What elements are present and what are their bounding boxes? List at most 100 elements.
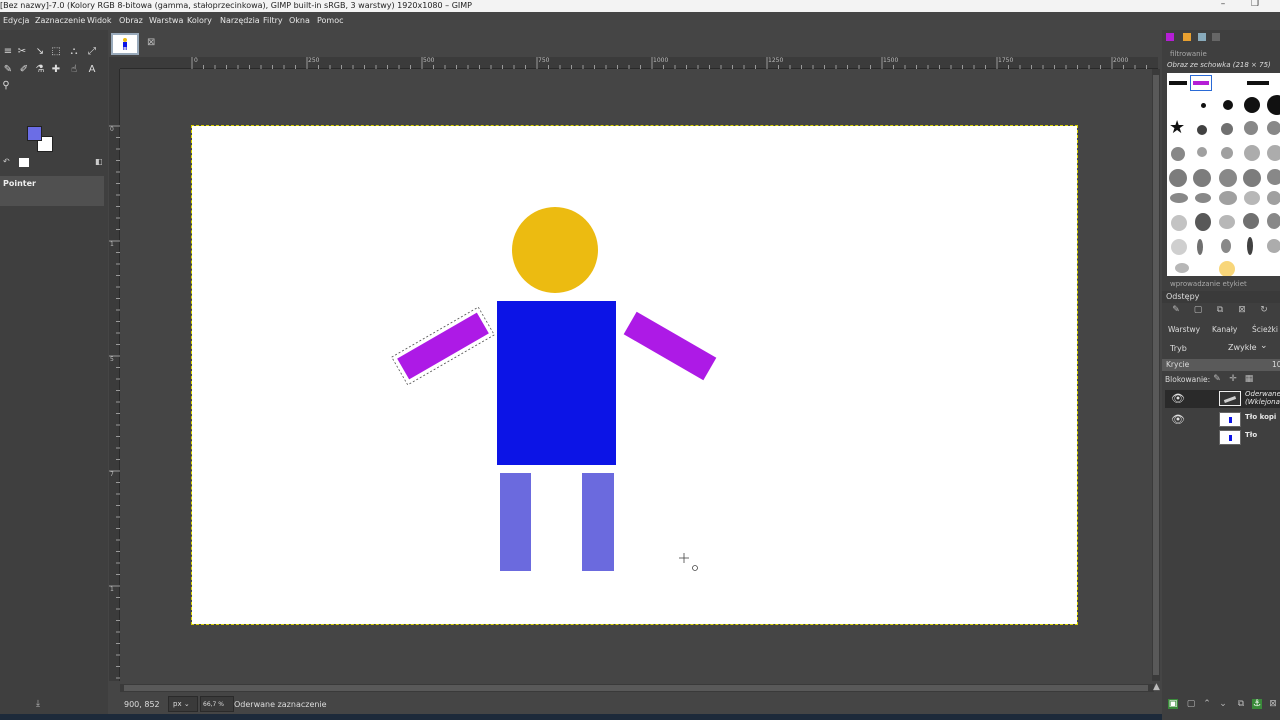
horizontal-scrollbar[interactable] bbox=[120, 684, 1154, 692]
brush-item[interactable] bbox=[1243, 169, 1261, 187]
fonts-tab-icon[interactable] bbox=[1198, 33, 1206, 41]
brush-item[interactable] bbox=[1219, 191, 1237, 205]
lock-alpha-icon[interactable]: ▦ bbox=[1244, 374, 1254, 384]
brush-item[interactable] bbox=[1219, 215, 1235, 229]
brush-grid[interactable]: ★ bbox=[1167, 73, 1280, 276]
rect-select-icon[interactable]: ⬚ bbox=[50, 46, 62, 58]
align-tool-icon[interactable]: ≡ bbox=[2, 46, 14, 58]
bucket-fill-icon[interactable]: ⚗ bbox=[34, 64, 46, 76]
new-brush-icon[interactable]: ▢ bbox=[1193, 305, 1203, 315]
minimize-button[interactable]: – bbox=[1216, 0, 1230, 9]
brush-item[interactable] bbox=[1195, 213, 1211, 231]
duplicate-layer-icon[interactable]: ⧉ bbox=[1236, 699, 1246, 709]
lower-layer-icon[interactable]: ⌄ bbox=[1218, 699, 1228, 709]
brush-item[interactable] bbox=[1247, 81, 1269, 85]
tab-layers[interactable]: Warstwy bbox=[1168, 325, 1200, 334]
paintbrush-tool-icon[interactable]: ✐ bbox=[18, 64, 30, 76]
brush-item[interactable] bbox=[1267, 191, 1280, 205]
brush-item[interactable] bbox=[1171, 239, 1187, 255]
menu-kolory[interactable]: Kolory bbox=[187, 16, 212, 25]
visibility-eye-icon[interactable]: 👁 bbox=[1171, 392, 1185, 405]
image-icon[interactable] bbox=[19, 158, 29, 167]
transform-tool-icon[interactable]: ⤢ bbox=[86, 46, 98, 58]
opacity-slider[interactable]: Krycie 10 bbox=[1162, 359, 1280, 371]
refresh-brushes-icon[interactable]: ↻ bbox=[1259, 305, 1269, 315]
brush-item[interactable] bbox=[1267, 213, 1280, 229]
layer-row[interactable]: 👁 Tło kopi bbox=[1165, 411, 1280, 429]
brush-item[interactable] bbox=[1197, 147, 1207, 157]
brush-item[interactable] bbox=[1244, 145, 1260, 161]
edit-brush-icon[interactable]: ✎ bbox=[1171, 305, 1181, 315]
brush-item[interactable] bbox=[1267, 121, 1280, 135]
brush-item[interactable] bbox=[1201, 103, 1206, 108]
brush-item[interactable] bbox=[1219, 261, 1235, 276]
menu-warstwa[interactable]: Warstwa bbox=[149, 16, 183, 25]
anchor-layer-icon[interactable]: ⚓ bbox=[1252, 699, 1262, 709]
brush-item[interactable] bbox=[1244, 97, 1260, 113]
menu-pomoc[interactable]: Pomoc bbox=[317, 16, 344, 25]
restore-button[interactable]: ❐ bbox=[1248, 0, 1262, 9]
brush-item[interactable] bbox=[1267, 239, 1280, 253]
close-tab-icon[interactable]: ⊠ bbox=[147, 37, 155, 48]
brush-item[interactable] bbox=[1247, 237, 1253, 255]
brush-item[interactable] bbox=[1195, 193, 1211, 203]
menu-widok[interactable]: Widok bbox=[87, 16, 112, 25]
mode-select[interactable]: Zwykłe ⌄ bbox=[1224, 341, 1270, 355]
tag-input[interactable]: wprowadzanie etykiet bbox=[1170, 280, 1247, 288]
visibility-eye-icon[interactable]: 👁 bbox=[1171, 413, 1185, 426]
heal-tool-icon[interactable]: ✚ bbox=[50, 64, 62, 76]
brush-item[interactable] bbox=[1175, 263, 1189, 273]
menu-zaznaczenie[interactable]: Zaznaczenie bbox=[35, 16, 85, 25]
smudge-tool-icon[interactable]: ☝ bbox=[68, 64, 80, 76]
new-layer-group-icon[interactable]: ▣ bbox=[1168, 699, 1178, 709]
text-tool-icon[interactable]: A bbox=[86, 64, 98, 76]
brush-item[interactable] bbox=[1171, 215, 1187, 231]
brush-item[interactable] bbox=[1244, 191, 1260, 205]
brush-item[interactable] bbox=[1197, 239, 1203, 255]
brush-item[interactable] bbox=[1243, 213, 1259, 229]
menu-edycja[interactable]: Edycja bbox=[3, 16, 29, 25]
brush-item[interactable] bbox=[1171, 147, 1185, 161]
menu-filtry[interactable]: Filtry bbox=[263, 16, 283, 25]
star-brush-icon[interactable]: ★ bbox=[1169, 119, 1185, 137]
duplicate-brush-icon[interactable]: ⧉ bbox=[1215, 305, 1225, 315]
menu-okna[interactable]: Okna bbox=[289, 16, 310, 25]
brush-item[interactable] bbox=[1267, 169, 1280, 185]
raise-layer-icon[interactable]: ⌃ bbox=[1202, 699, 1212, 709]
fuzzy-select-icon[interactable]: ⛬ bbox=[68, 46, 80, 58]
warp-tool-icon[interactable]: ↘ bbox=[34, 46, 46, 58]
delete-layer-icon[interactable]: ⊠ bbox=[1268, 699, 1278, 709]
foreground-color[interactable] bbox=[27, 126, 42, 141]
filter-input[interactable]: filtrowanie bbox=[1170, 50, 1207, 58]
brush-item[interactable] bbox=[1221, 123, 1233, 135]
navigate-icon[interactable]: ▲ bbox=[1153, 682, 1160, 692]
lock-position-icon[interactable]: ✛ bbox=[1228, 374, 1238, 384]
crop-tool-icon[interactable]: ✂ bbox=[16, 46, 28, 58]
brush-item[interactable] bbox=[1170, 193, 1188, 203]
unit-select[interactable]: px ⌄ bbox=[168, 696, 198, 712]
brush-item[interactable] bbox=[1223, 100, 1233, 110]
brush-item[interactable] bbox=[1244, 121, 1258, 135]
brush-item[interactable] bbox=[1219, 169, 1237, 187]
spacing-slider[interactable]: Odstępy bbox=[1162, 291, 1280, 303]
menu-obraz[interactable]: Obraz bbox=[119, 16, 143, 25]
tab-paths[interactable]: Ścieżki bbox=[1252, 325, 1278, 334]
new-layer-icon[interactable]: ▢ bbox=[1186, 699, 1196, 709]
brush-item[interactable] bbox=[1197, 125, 1207, 135]
brushes-tab-icon[interactable] bbox=[1166, 33, 1174, 41]
layer-row[interactable]: 👁 Oderwane (Wklejona bbox=[1165, 390, 1280, 408]
tab-channels[interactable]: Kanały bbox=[1212, 325, 1237, 334]
zoom-tool-icon[interactable]: ⚲ bbox=[0, 80, 12, 92]
panel-menu-icon[interactable]: ◧ bbox=[95, 157, 103, 166]
brush-item[interactable] bbox=[1267, 95, 1280, 115]
brush-item[interactable] bbox=[1221, 147, 1233, 159]
zoom-select[interactable]: 66,7 % bbox=[200, 696, 234, 712]
vertical-scrollbar[interactable] bbox=[1152, 69, 1160, 681]
brush-item[interactable] bbox=[1267, 145, 1280, 161]
vertical-scroll-thumb[interactable] bbox=[1153, 75, 1159, 675]
document-history-tab-icon[interactable] bbox=[1212, 33, 1220, 41]
export-icon[interactable]: ⤓ bbox=[36, 699, 40, 709]
patterns-tab-icon[interactable] bbox=[1183, 33, 1191, 41]
layer-row[interactable]: Tło bbox=[1165, 429, 1280, 447]
image-tab[interactable] bbox=[111, 33, 139, 55]
